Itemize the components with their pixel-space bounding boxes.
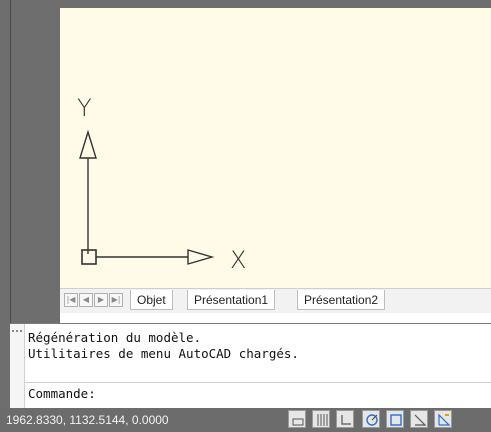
status-bar: 1962.8330, 1132.5144, 0.0000 — [0, 408, 491, 432]
ucs-y-label: Y — [77, 94, 92, 122]
command-history-line: Régénération du modèle. — [28, 330, 202, 345]
grid-icon[interactable] — [312, 410, 330, 428]
tab-objet[interactable]: Objet — [130, 290, 173, 310]
command-separator — [24, 382, 491, 383]
cursor-coordinates: 1962.8330, 1132.5144, 0.0000 — [6, 413, 169, 427]
prev-tab-icon[interactable]: ◀ — [79, 293, 93, 307]
osnap-icon[interactable] — [386, 410, 404, 428]
command-history-line: Utilitaires de menu AutoCAD chargés. — [28, 346, 299, 361]
otrack-icon[interactable] — [410, 410, 428, 428]
command-panel-grip-icon[interactable] — [10, 324, 25, 409]
ucs-x-label: X — [230, 246, 247, 274]
ucs-graphic — [79, 129, 215, 265]
command-history: Régénération du modèle. Utilitaires de m… — [28, 330, 488, 362]
command-prompt[interactable]: Commande: — [28, 386, 96, 402]
frame-divider — [10, 0, 11, 323]
tab-presentation1[interactable]: Présentation1 — [187, 290, 276, 310]
grip-dots-icon — [12, 330, 22, 332]
autocad-window: Y X |◀ ◀ ▶ ▶| Objet Présentation1 Présen… — [0, 0, 491, 432]
polar-icon[interactable] — [362, 410, 380, 428]
next-tab-icon[interactable]: ▶ — [94, 293, 108, 307]
tab-presentation2[interactable]: Présentation2 — [297, 290, 386, 310]
layout-tabs-bar: |◀ ◀ ▶ ▶| Objet Présentation1 Présentati… — [60, 288, 491, 313]
top-frame — [0, 0, 491, 8]
snap-icon[interactable] — [288, 410, 306, 428]
ducs-icon[interactable] — [434, 410, 452, 428]
first-tab-icon[interactable]: |◀ — [64, 293, 78, 307]
ucs-icon: Y X — [60, 8, 491, 288]
last-tab-icon[interactable]: ▶| — [109, 293, 123, 307]
ortho-icon[interactable] — [336, 410, 354, 428]
command-line-panel: Régénération du modèle. Utilitaires de m… — [10, 323, 491, 409]
